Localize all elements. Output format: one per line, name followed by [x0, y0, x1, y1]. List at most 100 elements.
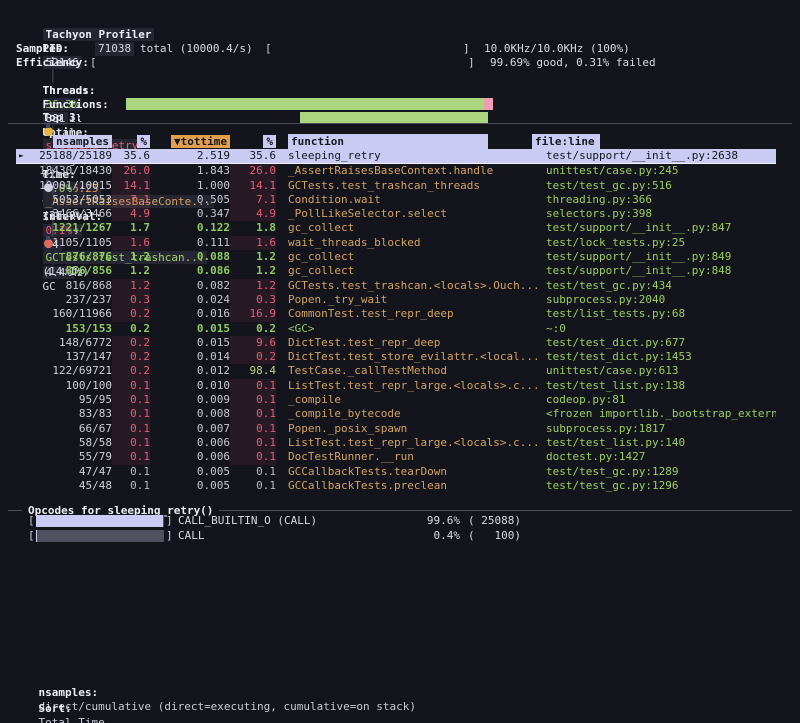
pct-direct-cell: 1.6: [112, 236, 150, 250]
function-cell: _compile: [288, 393, 546, 407]
opcode-pct: 99.6%: [382, 514, 460, 528]
function-cell: Condition.wait: [288, 193, 546, 207]
pct-cumulative-cell: 0.1: [230, 465, 276, 479]
nsamples-cell: 1221/1267: [16, 221, 112, 235]
pct-direct-cell: 0.1: [112, 436, 150, 450]
table-row[interactable]: 10001/10015 14.1 1.000 14.1 GCTests.test…: [16, 179, 776, 193]
function-table-header: nsamples % ▼tottime % function file:line: [16, 134, 600, 149]
table-row[interactable]: 1221/1267 1.7 0.122 1.8 gc_collect test/…: [16, 221, 776, 235]
function-cell: sleeping_retry: [288, 149, 546, 163]
tottime-cell: 0.005: [150, 465, 230, 479]
fileline-cell: test/support/__init__.py:848: [546, 264, 776, 278]
table-row[interactable]: 25188/25189 35.6 2.519 35.6 sleeping_ret…: [16, 149, 776, 164]
function-cell: Popen._posix_spawn: [288, 422, 546, 436]
column-header-nsamples[interactable]: nsamples: [16, 134, 112, 149]
table-row[interactable]: 18430/18430 26.0 1.843 26.0 _AssertRaise…: [16, 164, 776, 178]
tottime-cell: 0.088: [150, 250, 230, 264]
opcode-name: CALL_BUILTIN_O (CALL): [178, 514, 317, 528]
pct-cumulative-cell: 0.1: [230, 422, 276, 436]
samples-rate-text: 10.0KHz/10.0KHz (100%): [484, 42, 630, 56]
table-row[interactable]: 55/79 0.1 0.006 0.1 DocTestRunner.__run …: [16, 450, 776, 464]
function-cell: gc_collect: [288, 221, 546, 235]
function-cell: DictTest.test_repr_deep: [288, 336, 546, 350]
top3-line: Top 3: sleeping_retry (35.6%) │ _AssertR…: [16, 97, 796, 111]
function-table-body: 25188/25189 35.6 2.519 35.6 sleeping_ret…: [16, 149, 800, 493]
column-header-function[interactable]: function: [288, 134, 488, 149]
samples-bar-open: [: [265, 42, 272, 56]
function-cell: DictTest.test_store_evilattr.<local...: [288, 350, 546, 364]
function-cell: GCCallbackTests.preclean: [288, 479, 546, 493]
table-row[interactable]: 1105/1105 1.6 0.111 1.6 wait_threads_blo…: [16, 236, 776, 250]
efficiency-label: Efficiency:: [16, 56, 89, 70]
table-row[interactable]: 3466/3466 4.9 0.347 4.9 _PollLikeSelecto…: [16, 207, 776, 221]
pct-direct-cell: 0.2: [112, 364, 150, 378]
tottime-cell: 0.012: [150, 364, 230, 378]
tottime-cell: 0.007: [150, 422, 230, 436]
fileline-cell: threading.py:366: [546, 193, 776, 207]
table-row[interactable]: 153/153 0.2 0.015 0.2 <GC> ~:0: [16, 322, 776, 336]
fileline-cell: test/list_tests.py:68: [546, 307, 776, 321]
tottime-cell: 0.347: [150, 207, 230, 221]
separator-rule: [8, 123, 792, 124]
nsamples-cell: 83/83: [16, 407, 112, 421]
tottime-cell: 0.024: [150, 293, 230, 307]
fileline-cell: codeop.py:81: [546, 393, 776, 407]
pct-direct-cell: 0.1: [112, 393, 150, 407]
table-row[interactable]: 876/876 1.2 0.088 1.2 gc_collect test/su…: [16, 250, 776, 264]
fileline-cell: test/support/__init__.py:2638: [546, 149, 776, 163]
tottime-cell: 0.015: [150, 322, 230, 336]
column-header-pct-direct[interactable]: %: [112, 134, 150, 149]
column-header-tottime-sorted[interactable]: ▼tottime: [150, 134, 230, 149]
function-cell: wait_threads_blocked: [288, 236, 546, 250]
table-row[interactable]: 5053/5053 7.1 0.505 7.1 Condition.wait t…: [16, 193, 776, 207]
tottime-cell: 0.016: [150, 307, 230, 321]
pct-direct-cell: 0.2: [112, 336, 150, 350]
nsamples-cell: 47/47: [16, 465, 112, 479]
tottime-cell: 2.519: [150, 149, 230, 163]
fileline-cell: test/test_gc.py:434: [546, 279, 776, 293]
pct-cumulative-cell: 1.6: [230, 236, 276, 250]
efficiency-bar-open: [: [90, 56, 97, 70]
table-row[interactable]: 816/868 1.2 0.082 1.2 GCTests.test_trash…: [16, 279, 776, 293]
fileline-cell: test/test_list.py:138: [546, 379, 776, 393]
pct-cumulative-cell: 0.1: [230, 407, 276, 421]
table-row[interactable]: 137/147 0.2 0.014 0.2 DictTest.test_stor…: [16, 350, 776, 364]
samples-line: Samples: 71038 total (10000.4/s) [ ] 10.…: [16, 42, 796, 56]
fileline-cell: test/support/__init__.py:849: [546, 250, 776, 264]
column-header-pct-cumulative[interactable]: %: [230, 134, 276, 149]
function-cell: Popen._try_wait: [288, 293, 546, 307]
table-row[interactable]: 66/67 0.1 0.007 0.1 Popen._posix_spawn s…: [16, 422, 776, 436]
fileline-cell: <frozen importlib._bootstrap_externa: [546, 407, 776, 421]
tottime-cell: 0.111: [150, 236, 230, 250]
nsamples-cell: 876/876: [16, 250, 112, 264]
fileline-cell: subprocess.py:2040: [546, 293, 776, 307]
pct-direct-cell: 1.7: [112, 221, 150, 235]
opcode-name: CALL: [178, 529, 205, 543]
table-row[interactable]: 122/69721 0.2 0.012 98.4 TestCase._callT…: [16, 364, 776, 378]
opcode-bar-fill: [36, 515, 163, 527]
table-row[interactable]: 95/95 0.1 0.009 0.1 _compile codeop.py:8…: [16, 393, 776, 407]
table-row[interactable]: 148/6772 0.2 0.015 9.6 DictTest.test_rep…: [16, 336, 776, 350]
table-row[interactable]: 100/100 0.1 0.010 0.1 ListTest.test_repr…: [16, 379, 776, 393]
tottime-cell: 0.010: [150, 379, 230, 393]
nsamples-cell: 18430/18430: [16, 164, 112, 178]
table-row[interactable]: 83/83 0.1 0.008 0.1 _compile_bytecode <f…: [16, 407, 776, 421]
column-header-fileline[interactable]: file:line: [532, 134, 600, 149]
pct-cumulative-cell: 0.2: [230, 350, 276, 364]
fileline-cell: test/test_dict.py:1453: [546, 350, 776, 364]
tottime-cell: 1.000: [150, 179, 230, 193]
fileline-cell: test/lock_tests.py:25: [546, 236, 776, 250]
nsamples-cell: 58/58: [16, 436, 112, 450]
table-row[interactable]: 160/11966 0.2 0.016 16.9 CommonTest.test…: [16, 307, 776, 321]
table-row[interactable]: 856/856 1.2 0.086 1.2 gc_collect test/su…: [16, 264, 776, 278]
pct-direct-cell: 0.1: [112, 465, 150, 479]
table-row[interactable]: 237/237 0.3 0.024 0.3 Popen._try_wait su…: [16, 293, 776, 307]
pct-direct-cell: 0.3: [112, 293, 150, 307]
table-row[interactable]: 45/48 0.1 0.005 0.1 GCCallbackTests.prec…: [16, 479, 776, 493]
table-row[interactable]: 47/47 0.1 0.005 0.1 GCCallbackTests.tear…: [16, 465, 776, 479]
nsamples-cell: 10001/10015: [16, 179, 112, 193]
tachyon-profiler-window: Tachyon Profiler PID: 52146 │ Thread: AL…: [0, 0, 800, 723]
fileline-cell: test/test_gc.py:516: [546, 179, 776, 193]
table-row[interactable]: 58/58 0.1 0.006 0.1 ListTest.test_repr_l…: [16, 436, 776, 450]
fileline-cell: test/test_gc.py:1289: [546, 465, 776, 479]
